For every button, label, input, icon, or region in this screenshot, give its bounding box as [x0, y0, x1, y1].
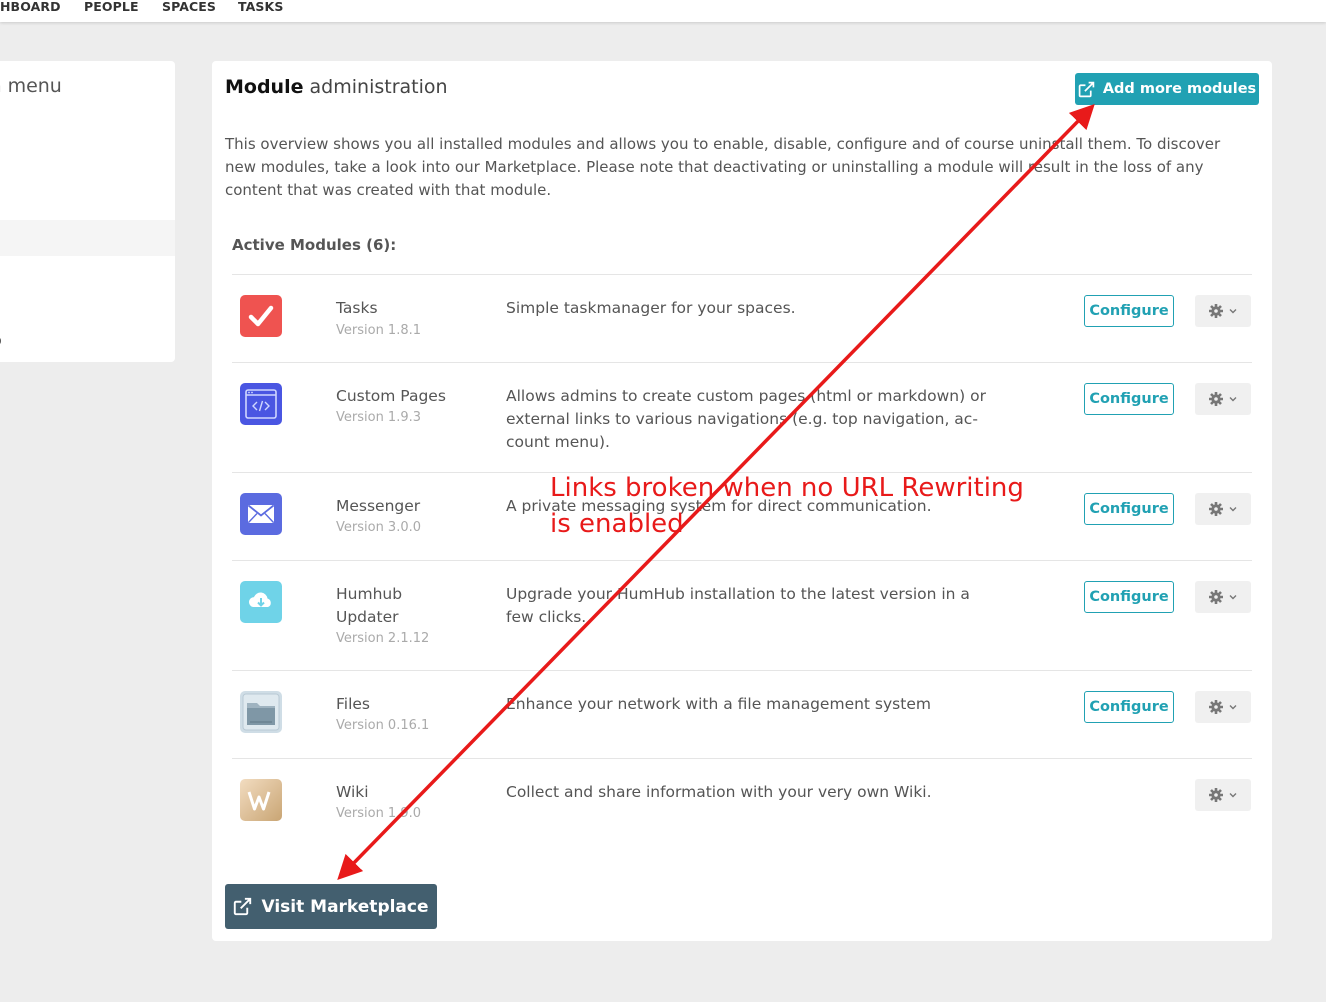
nav-tasks[interactable]: TASKS	[238, 0, 283, 14]
module-description: Collect and share information with your …	[506, 783, 932, 801]
sidebar-active-item[interactable]	[0, 220, 175, 256]
nav-people[interactable]: PEOPLE	[84, 0, 139, 14]
gear-icon	[1209, 700, 1223, 714]
chevron-down-icon	[1229, 397, 1237, 402]
module-actions-dropdown[interactable]	[1195, 779, 1251, 811]
nav-dashboard[interactable]: HBOARD	[0, 0, 61, 14]
configure-button[interactable]: Configure	[1084, 295, 1174, 327]
module-name: Humhub Updater	[336, 585, 403, 626]
chevron-down-icon	[1229, 309, 1237, 314]
visit-marketplace-label: Visit Marketplace	[261, 896, 429, 917]
module-name: Messenger	[336, 497, 421, 515]
module-version: Version 2.1.12	[336, 631, 430, 646]
module-version: Version 0.16.1	[336, 718, 430, 733]
gear-icon	[1209, 304, 1223, 318]
module-list: Tasks Version 1.8.1 Simple taskmanager f…	[232, 274, 1252, 846]
module-description: Simple taskmanager for your spaces.	[506, 299, 796, 317]
configure-button[interactable]: Configure	[1084, 581, 1174, 613]
module-name: Wiki	[336, 783, 369, 801]
active-modules-heading: Active Modules (6):	[232, 236, 397, 254]
module-name: Tasks	[336, 299, 378, 317]
configure-button[interactable]: Configure	[1084, 383, 1174, 415]
gear-icon	[1209, 590, 1223, 604]
sidebar-item[interactable]: ub	[0, 333, 2, 349]
module-row-humhub-updater: Humhub Updater Version 2.1.12 Upgrade yo…	[232, 560, 1252, 670]
configure-button[interactable]: Configure	[1084, 691, 1174, 723]
files-icon	[240, 691, 282, 733]
module-description: Upgrade your HumHub installation to the …	[506, 585, 970, 626]
admin-menu-panel: n menu ub	[0, 61, 175, 362]
module-version: Version 1.9.0	[336, 806, 422, 821]
module-description: A private messaging system for direct co…	[506, 497, 932, 515]
module-name: Files	[336, 695, 371, 713]
nav-spaces[interactable]: SPACES	[162, 0, 216, 14]
custom-pages-icon	[240, 383, 282, 425]
module-actions-dropdown[interactable]	[1195, 581, 1251, 613]
updater-icon	[240, 581, 282, 623]
module-version: Version 1.9.3	[336, 410, 422, 425]
intro-text: This overview shows you all installed mo…	[225, 135, 1221, 199]
configure-button[interactable]: Configure	[1084, 493, 1174, 525]
module-actions-dropdown[interactable]	[1195, 493, 1251, 525]
chevron-down-icon	[1229, 507, 1237, 512]
chevron-down-icon	[1229, 793, 1237, 798]
module-row-wiki: Wiki Version 1.9.0 Collect and share inf…	[232, 758, 1252, 846]
add-more-modules-label: Add more modules	[1102, 81, 1257, 97]
module-version: Version 3.0.0	[336, 520, 422, 535]
module-row-custom-pages: Custom Pages Version 1.9.3 Allows admins…	[232, 362, 1252, 472]
module-administration-panel: Module administration Add more modules T…	[212, 61, 1272, 941]
external-link-icon	[1078, 81, 1095, 97]
messenger-icon	[240, 493, 282, 535]
module-actions-dropdown[interactable]	[1195, 691, 1251, 723]
module-description: Allows admins to create custom pages (ht…	[506, 387, 986, 451]
gear-icon	[1209, 502, 1223, 516]
gear-icon	[1209, 392, 1223, 406]
module-name: Custom Pages	[336, 387, 446, 405]
module-actions-dropdown[interactable]	[1195, 295, 1251, 327]
module-actions-dropdown[interactable]	[1195, 383, 1251, 415]
add-more-modules-button[interactable]: Add more modules	[1075, 73, 1259, 105]
visit-marketplace-button[interactable]: Visit Marketplace	[225, 884, 437, 929]
module-row-tasks: Tasks Version 1.8.1 Simple taskmanager f…	[232, 274, 1252, 362]
admin-menu-title: n menu	[0, 75, 62, 97]
module-description: Enhance your network with a file managem…	[506, 695, 931, 713]
module-row-messenger: Messenger Version 3.0.0 A private messag…	[232, 472, 1252, 560]
panel-title: Module administration	[225, 76, 448, 98]
module-row-files: Files Version 0.16.1 Enhance your networ…	[232, 670, 1252, 758]
chevron-down-icon	[1229, 595, 1237, 600]
external-link-icon	[234, 897, 252, 916]
gear-icon	[1209, 788, 1223, 802]
module-version: Version 1.8.1	[336, 323, 422, 338]
tasks-icon	[240, 295, 282, 337]
top-navigation-bar: HBOARD PEOPLE SPACES TASKS	[0, 0, 1326, 22]
wiki-icon	[240, 779, 282, 821]
chevron-down-icon	[1229, 705, 1237, 710]
